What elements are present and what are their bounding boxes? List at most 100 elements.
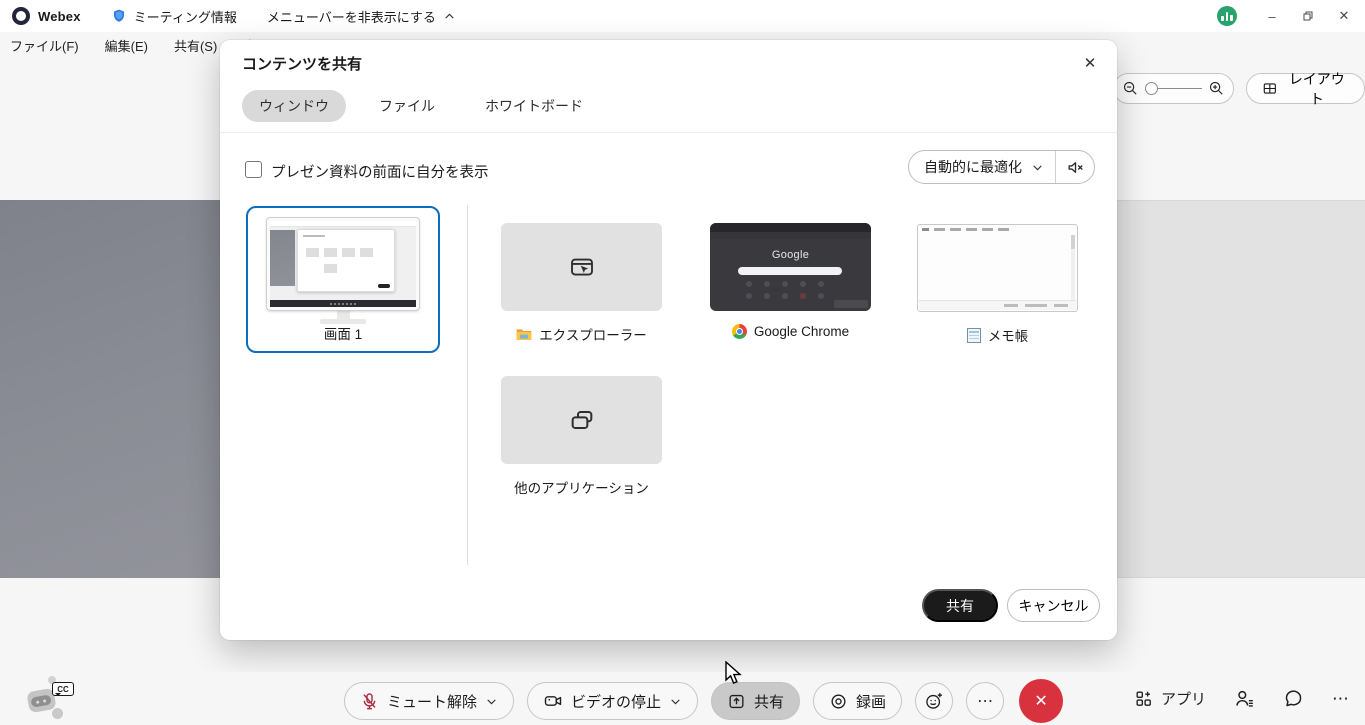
window-option-notepad[interactable]: メモ帳 (917, 224, 1078, 345)
connection-stats-icon[interactable] (1217, 6, 1237, 26)
mic-muted-icon (360, 692, 379, 711)
more-options-button[interactable]: ⋯ (966, 682, 1004, 720)
dock-right-controls: アプリ ⋯ (1134, 672, 1349, 725)
close-window-button[interactable]: ✕ (1329, 0, 1359, 32)
dock-right-more-button[interactable]: ⋯ (1332, 689, 1349, 709)
restore-icon (1302, 10, 1314, 22)
minimize-button[interactable]: – (1257, 0, 1287, 32)
layout-button[interactable]: レイアウト (1246, 73, 1365, 104)
explorer-thumbnail (501, 223, 662, 311)
shield-icon (111, 8, 127, 24)
record-label: 録画 (856, 691, 886, 712)
stage-zoom-control[interactable] (1113, 73, 1234, 104)
closed-captions-badge: CC (52, 682, 74, 696)
webex-assistant-avatar[interactable]: CC (26, 676, 74, 722)
zoom-slider-knob[interactable] (1145, 82, 1158, 95)
dialog-title: コンテンツを共有 (242, 53, 362, 74)
titlebar-right: – ✕ (1217, 0, 1365, 32)
hide-menubar-button[interactable]: メニューバーを非表示にする (267, 7, 456, 26)
dialog-close-button[interactable]: ✕ (1075, 48, 1105, 78)
notepad-thumbnail (917, 224, 1078, 312)
apps-label: アプリ (1161, 688, 1206, 709)
other-apps-label: 他のアプリケーション (514, 477, 649, 497)
titlebar: Webex ミーティング情報 メニューバーを非表示にする – (0, 0, 1365, 32)
menu-share[interactable]: 共有(S) (174, 36, 217, 55)
window-option-chrome[interactable]: Google Google Chrome (710, 223, 871, 339)
chevron-down-icon (1031, 161, 1044, 174)
chevron-up-icon (443, 10, 456, 23)
leave-meeting-button[interactable]: ✕ (1019, 679, 1063, 723)
hide-menubar-label: メニューバーを非表示にする (267, 7, 436, 26)
dialog-divider (220, 132, 1117, 133)
unmute-button[interactable]: ミュート解除 (344, 682, 514, 720)
webex-logo (12, 7, 30, 25)
share-audio-toggle[interactable] (1056, 158, 1094, 177)
chrome-preview-text: Google (710, 249, 871, 261)
chrome-icon (732, 324, 747, 339)
video-camera-icon (543, 691, 563, 711)
dock-share-button[interactable]: 共有 (711, 682, 800, 720)
zoom-slider-track (1158, 88, 1202, 90)
dialog-cancel-button[interactable]: キャンセル (1007, 589, 1100, 622)
app-name: Webex (38, 9, 81, 24)
meeting-info-button[interactable]: ミーティング情報 (111, 7, 237, 26)
unmute-label: ミュート解除 (387, 691, 477, 712)
share-screen-icon (727, 692, 746, 711)
screen-1-preview (267, 218, 419, 324)
zoom-in-icon[interactable] (1208, 80, 1225, 97)
self-view-checkbox[interactable] (245, 161, 262, 178)
tab-file[interactable]: ファイル (362, 90, 452, 122)
dialog-tabs: ウィンドウ ファイル ホワイトボード (242, 90, 600, 122)
webex-meeting-window: Webex ミーティング情報 メニューバーを非表示にする – (0, 0, 1365, 725)
screen-1-option[interactable]: 画面 1 (246, 206, 440, 353)
layout-grid-icon (1262, 80, 1278, 97)
chevron-down-icon[interactable] (485, 695, 498, 708)
apps-button[interactable]: アプリ (1134, 688, 1206, 709)
titlebar-left: Webex ミーティング情報 メニューバーを非表示にする (0, 7, 456, 26)
chat-button[interactable] (1283, 688, 1304, 709)
stop-video-label: ビデオの停止 (571, 691, 661, 712)
optimize-control: 自動的に最適化 (908, 150, 1095, 184)
chevron-down-icon[interactable] (669, 695, 682, 708)
meeting-info-label: ミーティング情報 (134, 7, 237, 26)
self-view-checkbox-label: プレゼン資料の前面に自分を表示 (271, 161, 489, 182)
tab-whiteboard[interactable]: ホワイトボード (468, 90, 600, 122)
window-option-explorer[interactable]: エクスプローラー (501, 223, 662, 344)
self-video-tile (0, 200, 220, 578)
window-option-other-apps[interactable]: 他のアプリケーション (501, 376, 662, 497)
menu-file[interactable]: ファイル(F) (10, 36, 79, 55)
dialog-share-button[interactable]: 共有 (922, 589, 998, 622)
control-dock: CC ミュート解除 ビデオの停止 (0, 672, 1365, 725)
tab-window[interactable]: ウィンドウ (242, 90, 346, 122)
optimize-dropdown-value: 自動的に最適化 (924, 157, 1022, 177)
record-icon (829, 692, 848, 711)
record-button[interactable]: 録画 (813, 682, 902, 720)
other-apps-thumbnail (501, 376, 662, 464)
apps-grid-plus-icon (1134, 689, 1153, 708)
chrome-thumbnail: Google (710, 223, 871, 311)
screen-1-label: 画面 1 (248, 323, 438, 343)
zoom-out-icon[interactable] (1122, 80, 1139, 97)
reactions-button[interactable] (915, 682, 953, 720)
participants-button[interactable] (1234, 688, 1255, 709)
zoom-slider[interactable] (1145, 82, 1202, 95)
content-divider (467, 205, 468, 565)
notepad-label: メモ帳 (988, 325, 1029, 345)
dock-center-controls: ミュート解除 ビデオの停止 (344, 679, 1063, 723)
window-select-icon (567, 252, 597, 282)
restore-button[interactable] (1293, 0, 1323, 32)
share-content-dialog: コンテンツを共有 ✕ ウィンドウ ファイル ホワイトボード プレゼン資料の前面に… (220, 40, 1117, 640)
explorer-label: エクスプローラー (539, 324, 647, 344)
dock-share-label: 共有 (754, 691, 784, 712)
layout-label: レイアウト (1285, 69, 1349, 109)
speaker-muted-icon (1066, 158, 1085, 177)
stop-video-button[interactable]: ビデオの停止 (527, 682, 698, 720)
stacked-windows-icon (566, 404, 598, 436)
chrome-label: Google Chrome (754, 324, 849, 339)
menu-edit[interactable]: 編集(E) (105, 36, 148, 55)
optimize-dropdown[interactable]: 自動的に最適化 (909, 157, 1055, 177)
explorer-folder-icon (516, 327, 532, 341)
mouse-cursor (724, 661, 743, 687)
notepad-icon (967, 328, 981, 343)
screen-1-preview-screen (267, 218, 419, 310)
